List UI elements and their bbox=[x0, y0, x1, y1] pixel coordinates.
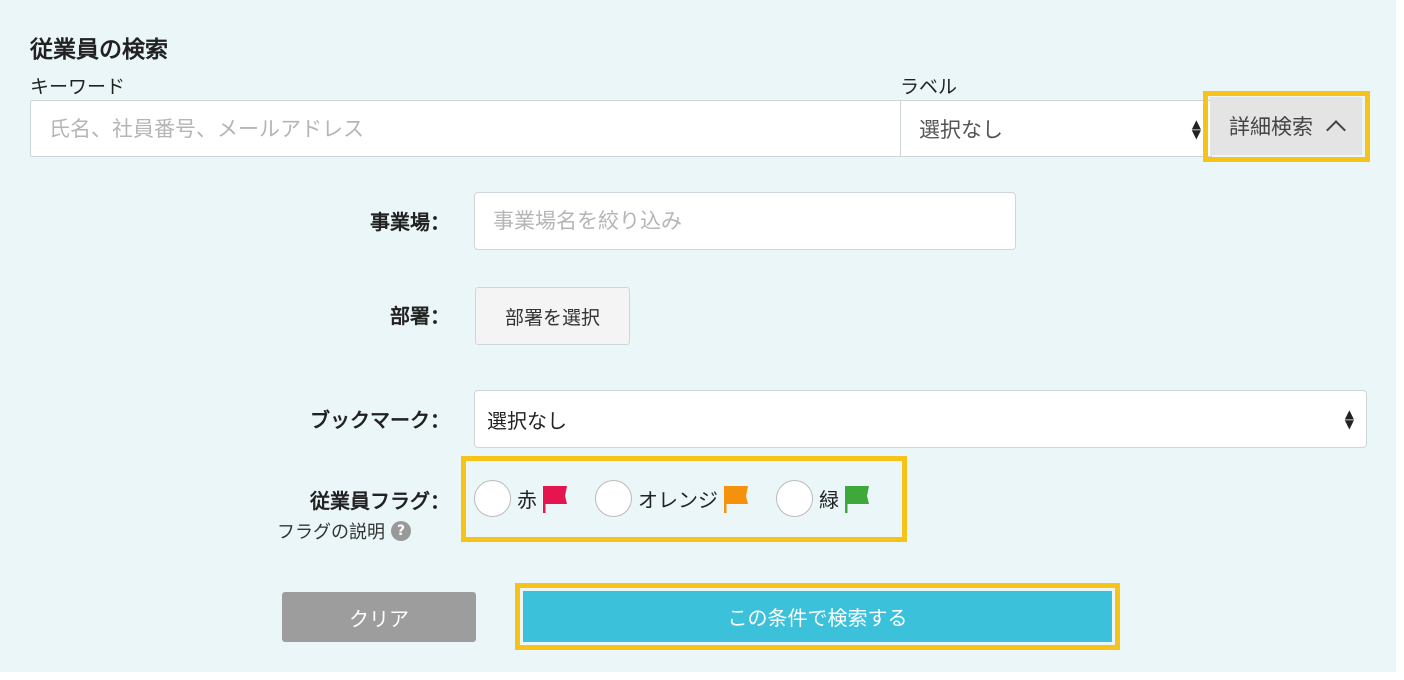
page-title: 従業員の検索 bbox=[30, 37, 168, 63]
flag-orange-label: オレンジ bbox=[638, 488, 718, 512]
flag-option-red[interactable]: 赤 bbox=[474, 480, 569, 517]
flag-options: 赤 オレンジ 緑 bbox=[474, 480, 897, 517]
flag-option-green[interactable]: 緑 bbox=[776, 480, 871, 517]
advanced-search-button[interactable]: 詳細検索 bbox=[1210, 97, 1362, 155]
green-flag-icon bbox=[845, 485, 869, 513]
advanced-search-label: 詳細検索 bbox=[1229, 115, 1313, 139]
chevron-up-icon bbox=[1326, 120, 1346, 140]
flag-help-label: フラグの説明 bbox=[277, 522, 385, 543]
select-arrows-icon: ▲ ▼ bbox=[1191, 116, 1201, 141]
help-icon: ? bbox=[391, 521, 411, 541]
flag-red-label: 赤 bbox=[517, 488, 537, 512]
radio-orange[interactable] bbox=[595, 480, 632, 517]
bookmark-label: ブックマーク： bbox=[310, 408, 450, 432]
search-button[interactable]: この条件で検索する bbox=[523, 591, 1112, 642]
clear-button[interactable]: クリア bbox=[282, 592, 476, 642]
radio-red[interactable] bbox=[474, 480, 511, 517]
label-select-value: 選択なし bbox=[919, 117, 1003, 142]
bookmark-select[interactable]: 選択なし ▲ ▼ bbox=[474, 390, 1367, 448]
flag-help-link[interactable]: フラグの説明 ? bbox=[277, 518, 411, 544]
label-filter-label: ラベル bbox=[900, 76, 958, 98]
office-label: 事業場： bbox=[370, 210, 450, 234]
keyword-input[interactable] bbox=[30, 100, 902, 157]
red-flag-icon bbox=[543, 485, 567, 513]
office-input[interactable] bbox=[474, 192, 1016, 250]
radio-green[interactable] bbox=[776, 480, 813, 517]
keyword-label: キーワード bbox=[30, 76, 126, 98]
dept-label: 部署： bbox=[390, 304, 450, 328]
flag-green-label: 緑 bbox=[819, 488, 839, 512]
label-select[interactable]: 選択なし ▲ ▼ bbox=[900, 100, 1212, 157]
search-panel: 従業員の検索 キーワード ラベル 選択なし ▲▼ 詳細検索 事業場： 部署： 部… bbox=[0, 0, 1396, 672]
orange-flag-icon bbox=[724, 485, 748, 513]
flag-label: 従業員フラグ： bbox=[310, 489, 450, 513]
bookmark-select-value: 選択なし bbox=[487, 408, 567, 433]
flag-option-orange[interactable]: オレンジ bbox=[595, 480, 750, 517]
select-dept-button[interactable]: 部署を選択 bbox=[475, 287, 630, 345]
select-arrows-icon: ▲ ▼ bbox=[1344, 407, 1354, 431]
